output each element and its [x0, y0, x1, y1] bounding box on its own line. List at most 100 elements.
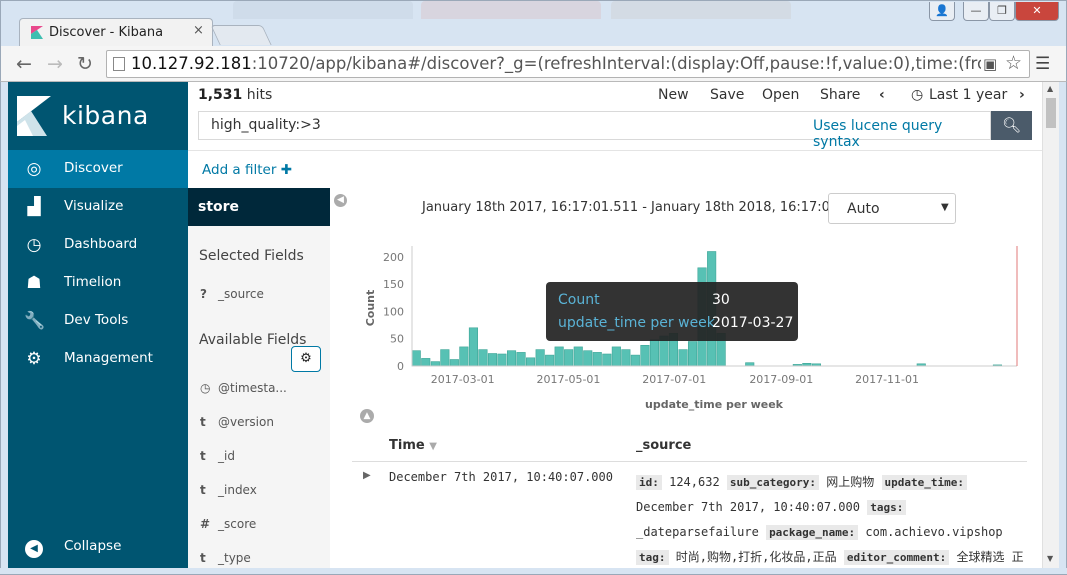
- histogram-bar[interactable]: [649, 339, 660, 367]
- time-picker-label[interactable]: Last 1 year: [929, 87, 1007, 103]
- bookmark-star-icon[interactable]: ☆: [1005, 52, 1022, 74]
- histogram-bar[interactable]: [459, 346, 469, 367]
- histogram-bar[interactable]: [507, 350, 517, 367]
- new-tab-button[interactable]: [210, 25, 272, 45]
- collapse-button[interactable]: ◀ Collapse: [8, 528, 188, 566]
- histogram-bar[interactable]: [516, 352, 526, 367]
- selected-field-item[interactable]: ? _source: [200, 287, 264, 301]
- browser-menu-icon[interactable]: ☰: [1035, 54, 1050, 74]
- back-arrow-icon[interactable]: ←: [13, 53, 35, 75]
- collapse-sidebar-icon[interactable]: ◀: [334, 194, 347, 207]
- histogram-bar[interactable]: [440, 349, 450, 367]
- interval-value: Auto: [847, 201, 880, 217]
- histogram-bar[interactable]: [497, 353, 507, 367]
- wrench-icon: 🔧: [24, 311, 46, 331]
- source-field-key: update_time:: [881, 475, 967, 490]
- search-button[interactable]: 🔍︎: [991, 111, 1032, 140]
- browser-tab-active[interactable]: Discover - Kibana ×: [19, 18, 213, 47]
- add-filter-link[interactable]: Add a filter ✚: [202, 162, 292, 178]
- histogram-bar[interactable]: [449, 359, 459, 367]
- field-name: _source: [218, 287, 264, 301]
- histogram-bar[interactable]: [487, 353, 497, 367]
- histogram-bar[interactable]: [564, 349, 574, 367]
- field-settings-gear-icon[interactable]: ⚙: [291, 346, 321, 372]
- index-pattern-title[interactable]: store: [188, 188, 330, 226]
- sidebar-item-timelion[interactable]: ☗ Timelion: [8, 264, 188, 302]
- source-field-value: com.achievo.vipshop: [865, 525, 1003, 539]
- histogram-bar[interactable]: [602, 353, 612, 367]
- source-field-key: sub_category:: [726, 475, 820, 490]
- histogram-bar[interactable]: [592, 352, 602, 367]
- lucene-syntax-link[interactable]: Uses lucene query syntax: [813, 118, 990, 150]
- available-field-item[interactable]: t _index: [200, 483, 257, 497]
- background-tab-blur: [421, 1, 601, 19]
- histogram-bar[interactable]: [411, 350, 421, 367]
- histogram-bar[interactable]: [526, 357, 536, 367]
- sidebar-item-dev-tools[interactable]: 🔧 Dev Tools: [8, 302, 188, 340]
- url-input[interactable]: 10.127.92.181:10720/app/kibana#/discover…: [106, 50, 1030, 78]
- table-header-divider: [352, 461, 1027, 462]
- histogram-bar[interactable]: [535, 349, 545, 367]
- histogram-bar[interactable]: [478, 349, 488, 367]
- interval-select[interactable]: Auto ▼: [828, 193, 956, 224]
- time-next-icon[interactable]: ›: [1019, 87, 1025, 103]
- open-button[interactable]: Open: [762, 87, 799, 103]
- histogram-bar[interactable]: [687, 341, 698, 367]
- histogram-bar[interactable]: [554, 346, 564, 367]
- histogram-bar[interactable]: [630, 354, 640, 367]
- translate-icon[interactable]: ▣: [983, 55, 997, 73]
- tab-title: Discover - Kibana: [49, 25, 164, 40]
- kibana-favicon-icon: [31, 26, 43, 39]
- sidebar-item-visualize[interactable]: ▟ Visualize: [8, 188, 188, 226]
- gauge-icon: ◷: [26, 235, 42, 255]
- y-axis-label: Count: [364, 290, 377, 327]
- collapse-chart-icon[interactable]: ▲: [360, 409, 374, 423]
- histogram-bar[interactable]: [621, 349, 631, 367]
- source-field-key: tag:: [636, 550, 669, 565]
- histogram-bar[interactable]: [468, 327, 478, 367]
- available-field-item[interactable]: t _type: [200, 551, 251, 565]
- sort-caret-icon[interactable]: ▼: [429, 441, 437, 452]
- available-field-item[interactable]: # _score: [200, 517, 256, 531]
- restore-button[interactable]: ❐: [989, 2, 1015, 21]
- share-button[interactable]: Share: [820, 87, 860, 103]
- scroll-up-icon[interactable]: ▲: [1047, 84, 1053, 93]
- compass-icon: ◎: [26, 159, 42, 179]
- save-button[interactable]: Save: [710, 87, 744, 103]
- address-bar-row: ← → ↻ 10.127.92.181:10720/app/kibana#/di…: [0, 46, 1067, 82]
- y-tick-label: 50: [390, 333, 404, 346]
- reload-icon[interactable]: ↻: [74, 53, 96, 75]
- scroll-down-icon[interactable]: ▼: [1047, 554, 1053, 563]
- histogram-bar[interactable]: [430, 361, 440, 367]
- forward-arrow-icon[interactable]: →: [44, 53, 66, 75]
- tab-close-icon[interactable]: ×: [193, 23, 204, 38]
- column-header-time[interactable]: Time ▼: [389, 438, 437, 453]
- source-field-key: id:: [636, 475, 662, 490]
- tooltip-count-label: Count: [558, 292, 600, 308]
- row-expand-icon[interactable]: ▶: [363, 470, 371, 481]
- kibana-logo[interactable]: kibana: [8, 82, 188, 150]
- minimize-button[interactable]: —: [963, 2, 989, 21]
- histogram-bar[interactable]: [640, 345, 650, 367]
- sidebar-item-discover[interactable]: ◎ Discover: [8, 150, 188, 188]
- page-scrollbar[interactable]: ▲ ▼: [1042, 82, 1059, 568]
- time-prev-icon[interactable]: ‹: [879, 87, 885, 103]
- available-field-item[interactable]: t _id: [200, 449, 235, 463]
- histogram-bar[interactable]: [583, 350, 593, 367]
- source-field-value: 时尚,购物,打折,化妆品,正品: [675, 550, 837, 564]
- histogram-bar[interactable]: [421, 358, 431, 367]
- sidebar-item-dashboard[interactable]: ◷ Dashboard: [8, 226, 188, 264]
- scroll-thumb[interactable]: [1046, 98, 1056, 128]
- user-icon[interactable]: 👤: [929, 2, 955, 21]
- close-window-button[interactable]: ✕: [1015, 2, 1059, 21]
- histogram-bar[interactable]: [611, 346, 621, 367]
- histogram-bar[interactable]: [678, 349, 688, 367]
- available-field-item[interactable]: t @version: [200, 415, 274, 429]
- sidebar-item-management[interactable]: ⚙ Management: [8, 340, 188, 378]
- query-input[interactable]: high_quality:>3 Uses lucene query syntax: [198, 111, 991, 150]
- available-field-item[interactable]: ◷ @timesta...: [200, 381, 287, 395]
- histogram-bar[interactable]: [573, 346, 583, 367]
- histogram-bar[interactable]: [545, 354, 555, 367]
- y-tick-label: 100: [383, 305, 404, 318]
- new-button[interactable]: New: [658, 87, 689, 103]
